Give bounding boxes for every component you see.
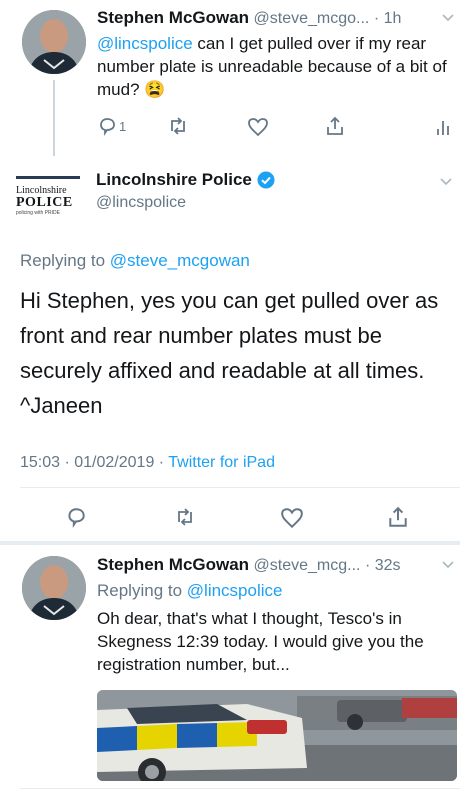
- attached-photo[interactable]: [97, 690, 457, 781]
- tweet3-text: Oh dear, that's what I thought, Tesco's …: [97, 609, 424, 674]
- chevron-down-icon[interactable]: [440, 178, 452, 186]
- timestamp[interactable]: 15:03 · 01/02/2019 ·: [20, 454, 168, 471]
- thread-line: [53, 80, 55, 156]
- section-separator: [0, 541, 460, 545]
- author-name[interactable]: Stephen McGowan: [97, 8, 249, 27]
- replying-to: Replying to @steve_mcgowan: [20, 251, 250, 270]
- logo-crest-pattern: [16, 176, 80, 179]
- verified-badge-icon: [257, 171, 275, 189]
- reply-icon[interactable]: [65, 506, 87, 528]
- reply-button[interactable]: 1: [97, 116, 126, 136]
- tweet1-text: @lincspolice can I get pulled over if my…: [97, 32, 447, 101]
- avatar-stephen-mcgowan[interactable]: [22, 10, 86, 74]
- tweet1-actions: 1: [97, 116, 457, 140]
- logo-line3: policing with PRIDE: [16, 210, 60, 216]
- share-icon[interactable]: [387, 506, 409, 528]
- avatar-stephen-mcgowan[interactable]: [22, 556, 86, 620]
- author-handle[interactable]: @steve_mcg...: [254, 557, 361, 574]
- tweet-time[interactable]: · 32s: [365, 557, 401, 574]
- author-name[interactable]: Stephen McGowan: [97, 555, 249, 574]
- chevron-down-icon[interactable]: [442, 14, 454, 22]
- source-link[interactable]: Twitter for iPad: [168, 454, 275, 471]
- tweet-time[interactable]: · 1h: [374, 10, 402, 27]
- reply-count: 1: [119, 118, 127, 134]
- replying-to: Replying to @lincspolice: [97, 581, 283, 600]
- author-name[interactable]: Lincolnshire Police: [96, 170, 252, 190]
- heart-icon[interactable]: [280, 507, 304, 529]
- tweet2-timestamp: 15:03 · 01/02/2019 · Twitter for iPad: [20, 454, 275, 472]
- retweet-icon[interactable]: [173, 507, 197, 527]
- logo-line2: POLICE: [16, 195, 73, 210]
- tweet2-actions: [0, 506, 460, 530]
- replying-to-link[interactable]: @steve_mcgowan: [110, 251, 250, 270]
- retweet-icon[interactable]: [167, 116, 189, 136]
- reply-icon: [100, 118, 115, 136]
- bottom-divider: [20, 788, 460, 789]
- share-icon[interactable]: [325, 116, 345, 136]
- police-logo[interactable]: Lincolnshire POLICE policing with PRIDE: [16, 168, 88, 216]
- tweet1-header: Stephen McGowan @steve_mcgo... · 1h: [97, 8, 401, 28]
- analytics-icon[interactable]: [435, 118, 451, 136]
- author-handle[interactable]: @steve_mcgo...: [254, 10, 370, 27]
- heart-icon[interactable]: [247, 117, 269, 137]
- chevron-down-icon[interactable]: [442, 561, 454, 569]
- author-handle[interactable]: @lincspolice: [96, 194, 186, 212]
- tweet2-header: Lincolnshire Police: [96, 170, 275, 190]
- police-car-photo: [97, 690, 457, 781]
- tweet2-text: Hi Stephen, yes you can get pulled over …: [20, 288, 439, 418]
- mention-link[interactable]: @lincspolice: [97, 34, 193, 53]
- avatar-photo: [22, 10, 86, 74]
- tweet3-header: Stephen McGowan @steve_mcg... · 32s: [97, 555, 401, 575]
- replying-to-link[interactable]: @lincspolice: [187, 581, 283, 600]
- divider: [20, 487, 460, 488]
- avatar-photo: [22, 556, 86, 620]
